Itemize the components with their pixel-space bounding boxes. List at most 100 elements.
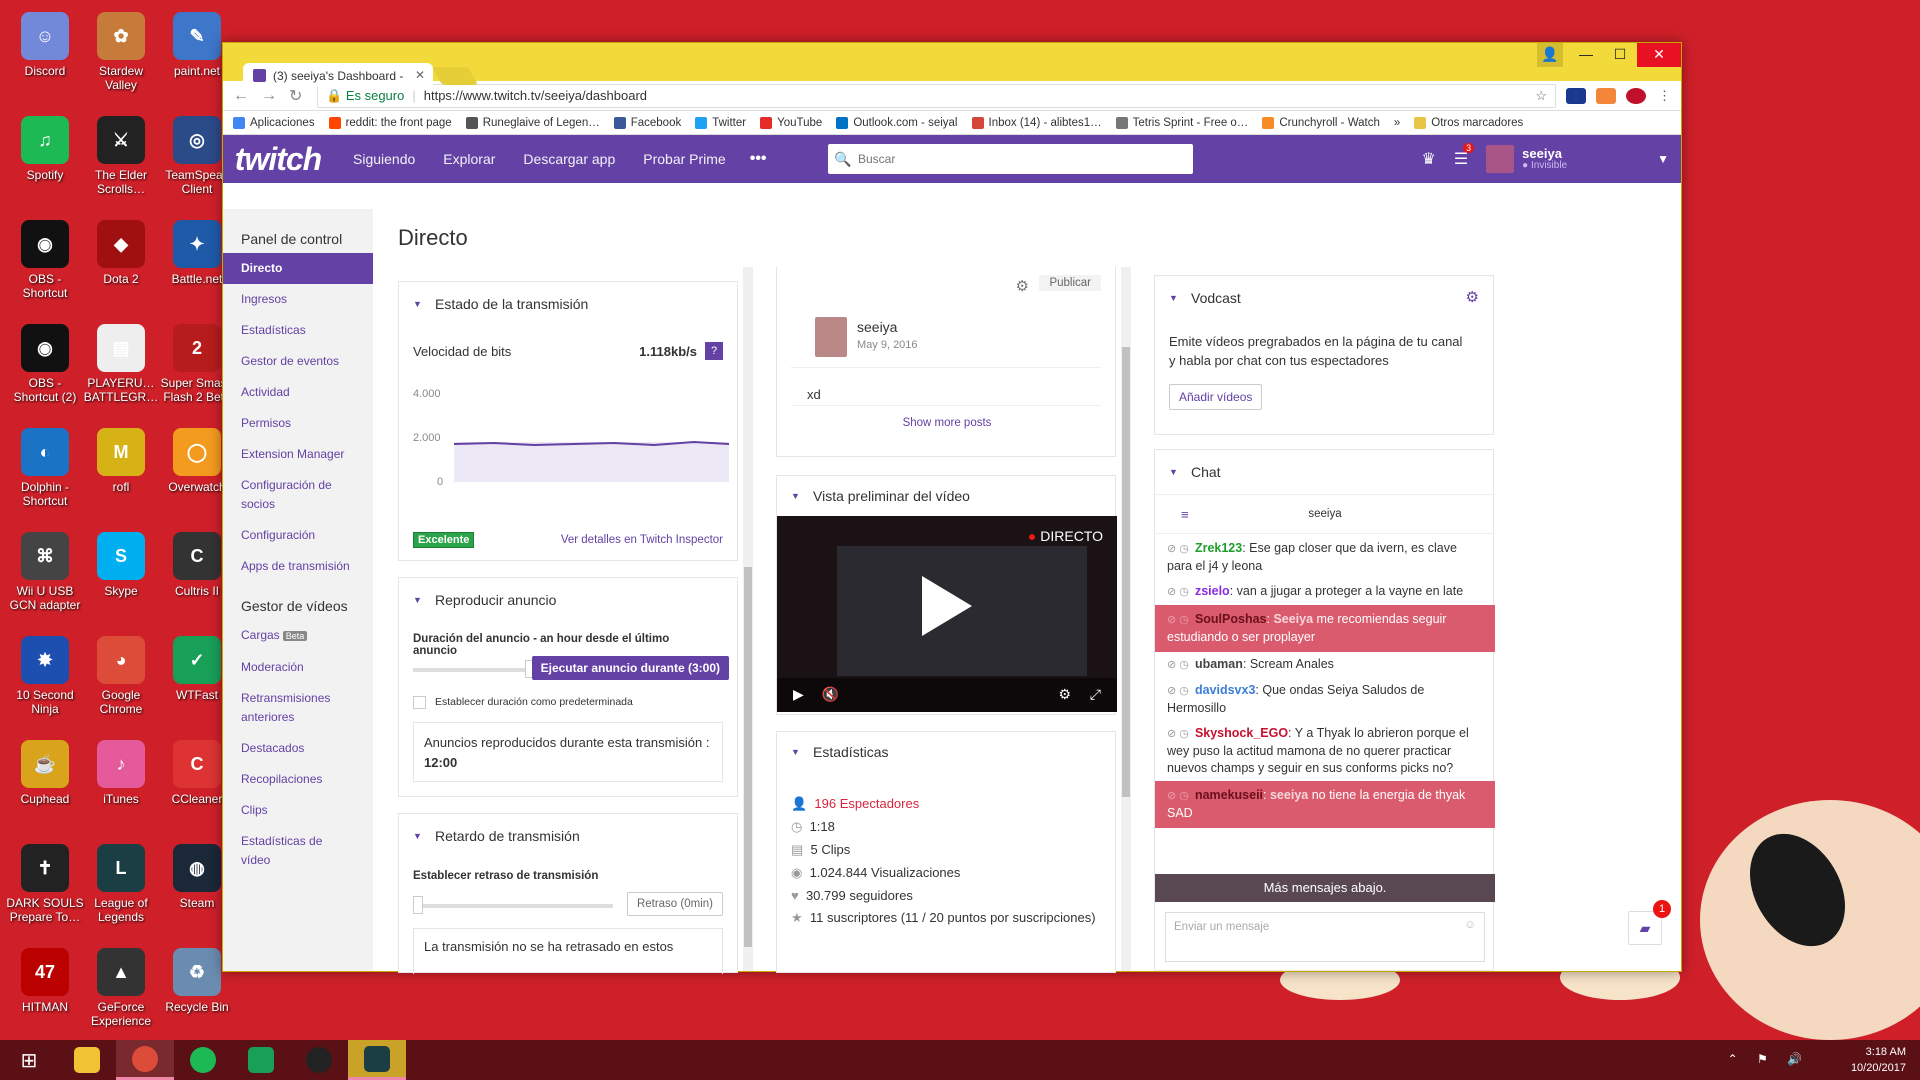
maximize-button[interactable]: ☐ [1603, 43, 1637, 67]
desktop-icon[interactable]: L League of Legends [82, 838, 160, 942]
delay-slider[interactable] [413, 904, 613, 908]
desktop-icon[interactable]: ◕ Google Chrome [82, 630, 160, 734]
sidebar-item[interactable]: Retransmisiones anteriores [223, 683, 373, 733]
desktop-icon[interactable]: ◉ OBS - Shortcut (2) [6, 318, 84, 422]
reload-icon[interactable]: ↻ [289, 86, 317, 106]
notifications-icon[interactable]: ☰ 3 [1454, 143, 1475, 169]
start-button[interactable]: ⊞ [0, 1040, 58, 1080]
sidebar-item[interactable]: Estadísticas de vídeo [223, 826, 373, 876]
chat-username[interactable]: ubaman [1195, 657, 1243, 671]
delay-value-button[interactable]: Retraso (0min) [626, 892, 723, 916]
moderation-icon[interactable]: ⊘ ◷ [1167, 659, 1192, 671]
bookmark-item[interactable]: reddit: the front page [328, 116, 452, 129]
chat-username[interactable]: Zrek123 [1195, 541, 1242, 555]
taskbar-wtfast[interactable] [232, 1040, 290, 1080]
close-tab-icon[interactable]: ✕ [415, 68, 425, 82]
sidebar-item[interactable]: Extension Manager [223, 439, 373, 470]
menu-icon[interactable]: ⋮ [1658, 88, 1671, 104]
desktop-icon[interactable]: ♫ Spotify [6, 110, 84, 214]
secure-indicator[interactable]: 🔒 Es seguro [326, 88, 404, 104]
gear-icon[interactable]: ⚙ [1466, 288, 1479, 306]
sidebar-item[interactable]: Clips [223, 795, 373, 826]
chevron-down-icon[interactable]: ▼ [1657, 152, 1669, 166]
emote-icon[interactable]: ☺ [1464, 919, 1476, 931]
taskbar-chrome[interactable] [116, 1040, 174, 1080]
sidebar-item-uploads[interactable]: Cargas Beta [223, 620, 373, 652]
extension-icon[interactable] [1566, 87, 1586, 104]
default-checkbox[interactable] [413, 696, 426, 709]
desktop-icon[interactable]: S Skype [82, 526, 160, 630]
moderation-icon[interactable]: ⊘ ◷ [1167, 790, 1192, 802]
sidebar-item[interactable]: Actividad [223, 377, 373, 408]
sidebar-item[interactable]: Recopilaciones [223, 764, 373, 795]
desktop-icon[interactable]: ◉ OBS - Shortcut [6, 214, 84, 318]
help-icon[interactable]: ? [705, 342, 723, 360]
bookmark-item[interactable]: Crunchyroll - Watch [1262, 116, 1380, 129]
moderation-icon[interactable]: ⊘ ◷ [1167, 614, 1192, 626]
sidebar-item[interactable]: Configuración de socios [223, 470, 373, 520]
sidebar-item[interactable]: Directo [223, 253, 373, 284]
browser-tab[interactable]: (3) seeiya's Dashboard - ✕ [243, 63, 433, 87]
add-videos-button[interactable]: Añadir vídeos [1169, 384, 1263, 410]
taskbar-league[interactable] [348, 1040, 406, 1080]
fullscreen-icon[interactable]: ⤢ [1090, 686, 1101, 703]
bookmarks-overflow-icon[interactable]: » [1394, 117, 1400, 129]
slider-handle[interactable] [413, 896, 423, 914]
profile-switch-icon[interactable]: 👤 [1537, 43, 1563, 67]
ad-header[interactable]: ▼ Reproducir anuncio [399, 578, 737, 622]
inspector-link[interactable]: Ver detalles en Twitch Inspector [561, 534, 723, 546]
prime-crown-icon[interactable]: ♛ [1421, 149, 1435, 169]
bookmark-star-icon[interactable]: ☆ [1535, 88, 1547, 104]
settings-icon[interactable]: ⚙ [1058, 686, 1071, 703]
more-messages-below[interactable]: Más mensajes abajo. [1155, 874, 1495, 902]
video-player[interactable]: ● DIRECTO ▶ 🔇 ⚙ ⤢ [777, 516, 1117, 712]
back-icon[interactable]: ← [233, 87, 261, 105]
sidebar-item[interactable]: Permisos [223, 408, 373, 439]
chat-username[interactable]: zsielo [1195, 584, 1230, 598]
bookmark-item[interactable]: Facebook [613, 116, 681, 129]
publish-button[interactable]: Publicar [1039, 275, 1101, 291]
chat-username[interactable]: namekuseii [1195, 788, 1263, 802]
nav-try-prime[interactable]: Probar Prime [643, 151, 725, 167]
taskbar-obs[interactable] [290, 1040, 348, 1080]
other-bookmarks[interactable]: Otros marcadores [1414, 116, 1523, 129]
minimize-button[interactable]: — [1569, 43, 1603, 67]
extension-icon[interactable] [1596, 87, 1616, 104]
desktop-icon[interactable]: ♪ iTunes [82, 734, 160, 838]
nav-download-app[interactable]: Descargar app [523, 151, 615, 167]
taskbar-spotify[interactable] [174, 1040, 232, 1080]
chat-username[interactable]: Skyshock_EGO [1195, 726, 1288, 740]
sidebar-item[interactable]: Apps de transmisión [223, 551, 373, 582]
moderation-icon[interactable]: ⊘ ◷ [1167, 586, 1192, 598]
bookmark-item[interactable]: Outlook.com - seiyal [836, 116, 958, 129]
moderation-icon[interactable]: ⊘ ◷ [1167, 543, 1192, 555]
desktop-icon[interactable]: ☺ Discord [6, 6, 84, 110]
desktop-icon[interactable]: 47 HITMAN [6, 942, 84, 1046]
bookmark-item[interactable]: Runeglaive of Legen… [465, 116, 600, 129]
mute-icon[interactable]: 🔇 [822, 686, 839, 702]
bookmark-item[interactable]: YouTube [760, 116, 822, 129]
desktop-icon[interactable]: ✝ DARK SOULS Prepare To… [6, 838, 84, 942]
vodcast-header[interactable]: ▼ Vodcast [1155, 276, 1493, 320]
search-input[interactable] [858, 152, 1193, 166]
desktop-icon[interactable]: ⚔ The Elder Scrolls… [82, 110, 160, 214]
sidebar-item[interactable]: Moderación [223, 652, 373, 683]
desktop-icon[interactable]: ▲ GeForce Experience [82, 942, 160, 1046]
nav-following[interactable]: Siguiendo [353, 151, 415, 167]
preview-header[interactable]: ▼ Vista preliminar del vídeo [777, 476, 1115, 516]
stats-header[interactable]: ▼ Estadísticas [777, 732, 1115, 772]
sidebar-item[interactable]: Gestor de eventos [223, 346, 373, 377]
forward-icon[interactable]: → [261, 87, 289, 105]
column1-scrollbar[interactable] [743, 267, 753, 971]
delay-header[interactable]: ▼ Retardo de transmisión [399, 814, 737, 858]
moderation-icon[interactable]: ⊘ ◷ [1167, 685, 1192, 697]
taskbar-explorer[interactable] [58, 1040, 116, 1080]
chat-header[interactable]: ▼ Chat [1155, 450, 1493, 494]
desktop-icon[interactable]: ⌘ Wii U USB GCN adapter [6, 526, 84, 630]
close-window-button[interactable]: ✕ [1637, 43, 1681, 67]
bookmark-item[interactable]: Inbox (14) - alibtes1… [971, 116, 1102, 129]
tray-icons[interactable]: ⌃ ⚑ 🔊 [1728, 1052, 1810, 1066]
adblock-icon[interactable] [1626, 87, 1646, 104]
bookmark-item[interactable]: Aplicaciones [233, 116, 315, 129]
gear-icon[interactable]: ⚙ [1016, 277, 1029, 295]
